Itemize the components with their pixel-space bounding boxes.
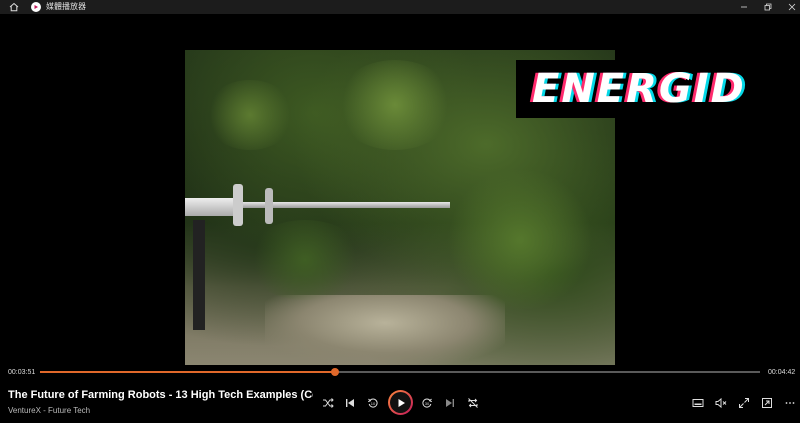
media-subtitle: VentureX - Future Tech — [8, 406, 91, 415]
fullscreen-icon[interactable] — [737, 396, 751, 410]
restore-button[interactable] — [756, 0, 780, 14]
miniplayer-icon[interactable] — [691, 396, 705, 410]
svg-text:10: 10 — [371, 401, 376, 406]
foliage — [445, 170, 595, 310]
title-bar: 媒體播放器 — [0, 0, 800, 14]
rewind-10-icon[interactable]: 10 — [366, 396, 380, 410]
media-player-icon — [31, 2, 41, 12]
more-icon[interactable] — [783, 396, 797, 410]
forward-30-icon[interactable]: 30 — [420, 396, 434, 410]
seek-thumb[interactable] — [331, 368, 339, 376]
robot-body — [185, 198, 240, 216]
repeat-off-icon[interactable] — [466, 396, 480, 410]
next-icon[interactable] — [443, 396, 457, 410]
close-button[interactable] — [780, 0, 800, 14]
shuffle-icon[interactable] — [321, 396, 335, 410]
foliage — [205, 80, 295, 150]
window-title: 媒體播放器 — [46, 2, 86, 11]
home-icon[interactable] — [8, 0, 20, 14]
play-icon — [390, 392, 411, 413]
foliage — [335, 60, 455, 150]
robot-joint — [233, 184, 243, 226]
seek-bar-fill — [40, 371, 335, 373]
media-title: The Future of Farming Robots - 13 High T… — [8, 389, 313, 401]
robot-post — [193, 220, 205, 330]
previous-icon[interactable] — [343, 396, 357, 410]
ground — [265, 295, 505, 365]
svg-text:30: 30 — [425, 401, 430, 406]
minimize-button[interactable] — [732, 0, 756, 14]
foliage — [245, 220, 365, 300]
seek-bar[interactable] — [40, 368, 760, 376]
video-overlay-logo: ENERGID — [532, 66, 746, 112]
volume-mute-icon[interactable] — [714, 396, 728, 410]
cast-icon[interactable] — [760, 396, 774, 410]
play-button[interactable] — [388, 390, 413, 415]
current-time: 00:03:51 — [8, 369, 36, 376]
robot-joint — [265, 188, 273, 224]
total-time: 00:04:42 — [768, 369, 796, 376]
